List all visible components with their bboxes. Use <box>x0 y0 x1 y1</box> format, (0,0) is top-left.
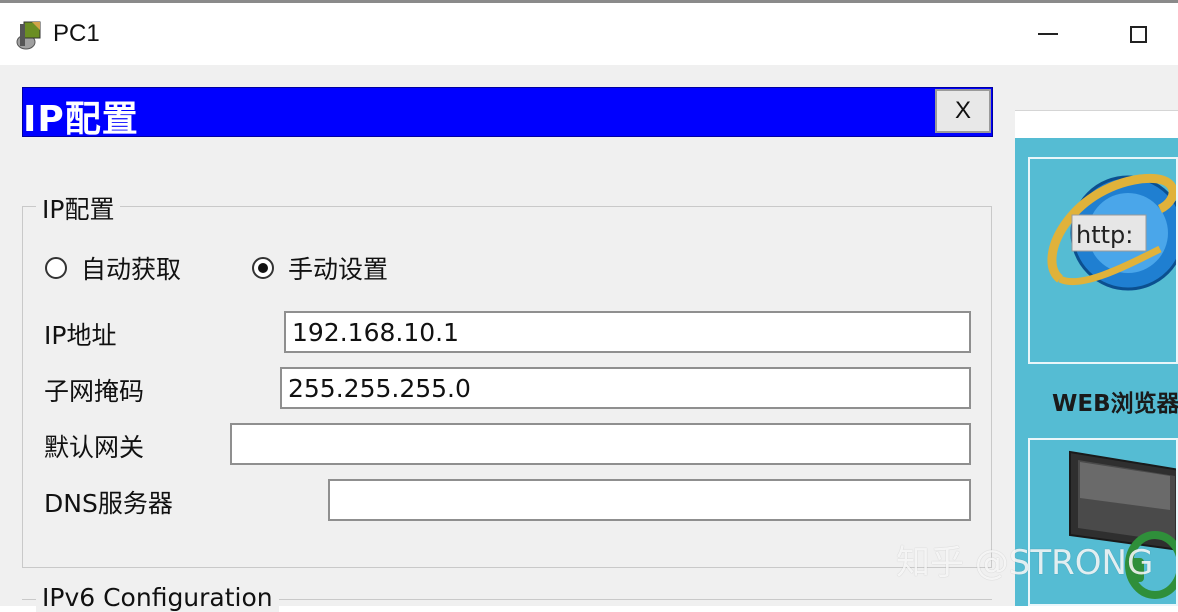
dialog-title: IP配置 <box>23 99 139 140</box>
web-icon-text: http: <box>1076 221 1133 249</box>
watermark: 知乎 @STRONG <box>896 543 1154 583</box>
window-title: PC1 <box>53 20 100 47</box>
default-gateway-input[interactable] <box>230 423 971 465</box>
web-browser-tile[interactable]: http: <box>1028 157 1178 364</box>
desktop-tabstrip <box>1015 110 1178 139</box>
minimize-icon <box>1038 33 1058 35</box>
subnet-mask-input[interactable] <box>280 367 971 409</box>
subnet-mask-label: 子网掩码 <box>44 377 145 406</box>
close-dialog-button[interactable]: X <box>935 89 991 133</box>
ip-address-input[interactable] <box>284 311 971 353</box>
radio-unchecked-icon[interactable] <box>45 257 67 279</box>
radio-auto-label: 自动获取 <box>81 255 182 284</box>
ipv6-legend: IPv6 Configuration <box>36 583 279 612</box>
window-titlebar[interactable]: PC1 <box>0 3 1178 65</box>
dns-server-input[interactable] <box>328 479 971 521</box>
radio-manual-set[interactable]: 手动设置 <box>252 250 388 286</box>
web-browser-icon: http: <box>1047 173 1178 291</box>
ip-config-legend: IP配置 <box>36 190 121 226</box>
radio-auto-obtain[interactable]: 自动获取 <box>45 250 181 286</box>
radio-manual-label: 手动设置 <box>288 255 389 284</box>
radio-dot <box>258 263 268 273</box>
ip-address-label: IP地址 <box>44 321 117 350</box>
dialog-header: IP配置 X <box>22 87 993 140</box>
default-gateway-label: 默认网关 <box>44 433 145 462</box>
maximize-icon <box>1129 25 1147 43</box>
minimize-button[interactable] <box>1018 11 1078 57</box>
maximize-button[interactable] <box>1108 11 1168 57</box>
dns-server-label: DNS服务器 <box>44 489 173 518</box>
radio-checked-icon[interactable] <box>252 257 274 279</box>
web-browser-label: WEB浏览器 <box>1052 391 1178 417</box>
packet-tracer-pc-icon <box>16 21 41 50</box>
